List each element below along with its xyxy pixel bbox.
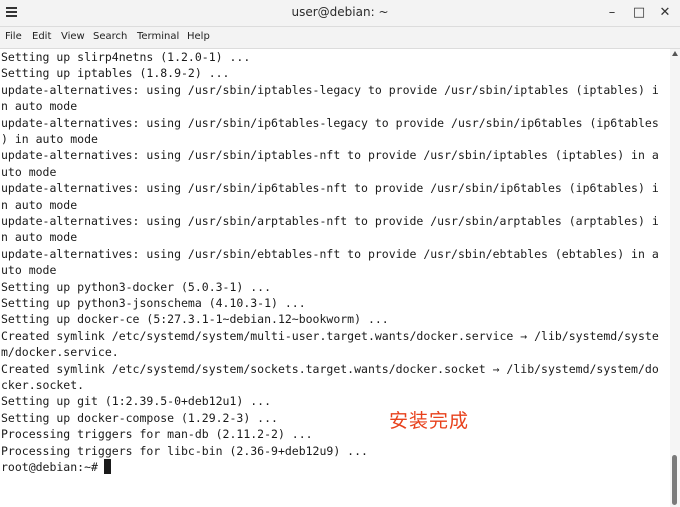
terminal-cursor xyxy=(104,459,111,474)
terminal-line: m/docker.service. xyxy=(1,345,119,360)
terminal-line: uto mode xyxy=(1,164,57,179)
terminal-line: n auto mode xyxy=(1,230,78,245)
menu-terminal[interactable]: Terminal xyxy=(137,31,179,42)
terminal-line: n auto mode xyxy=(1,197,78,212)
terminal-line: Setting up iptables (1.8.9-2) ... xyxy=(1,66,230,81)
minimize-button[interactable]: – xyxy=(603,4,621,22)
terminal-line: Processing triggers for man-db (2.11.2-2… xyxy=(1,427,313,442)
terminal-scrollbar[interactable] xyxy=(670,49,680,507)
terminal-line: Created symlink /etc/systemd/system/mult… xyxy=(1,328,659,343)
menu-help[interactable]: Help xyxy=(187,31,210,42)
menu-search[interactable]: Search xyxy=(93,31,127,42)
terminal-line: Created symlink /etc/systemd/system/sock… xyxy=(1,361,659,376)
terminal-line: update-alternatives: using /usr/sbin/arp… xyxy=(1,214,659,228)
title-bar: user@debian: ~ – □ ✕ xyxy=(0,0,680,27)
terminal-line: Processing triggers for libc-bin (2.36-9… xyxy=(1,443,368,458)
terminal-line: cker.socket. xyxy=(1,378,85,392)
scrollbar-thumb[interactable] xyxy=(672,455,677,505)
terminal-line: update-alternatives: using /usr/sbin/ip6… xyxy=(1,181,659,196)
menu-view[interactable]: View xyxy=(61,31,85,42)
terminal-line: Setting up git (1:2.39.5-0+deb12u1) ... xyxy=(1,394,272,409)
terminal-line: Setting up docker-ce (5:27.3.1-1~debian.… xyxy=(1,312,389,327)
window-title: user@debian: ~ xyxy=(291,5,389,19)
terminal-line: update-alternatives: using /usr/sbin/ipt… xyxy=(1,148,659,163)
terminal-line: ) in auto mode xyxy=(1,132,98,146)
scroll-up-arrow-icon[interactable] xyxy=(672,51,678,56)
menu-edit[interactable]: Edit xyxy=(32,31,51,42)
shell-prompt: root@debian:~# xyxy=(1,460,105,474)
terminal-output[interactable]: Setting up slirp4netns (1.2.0-1) ... Set… xyxy=(0,49,670,507)
menu-file[interactable]: File xyxy=(5,31,22,42)
menu-bar: File Edit View Search Terminal Help xyxy=(0,27,680,49)
terminal-line: Setting up docker-compose (1.29.2-3) ... xyxy=(1,410,278,425)
terminal-line: uto mode xyxy=(1,263,57,278)
terminal-line: Setting up python3-docker (5.0.3-1) ... xyxy=(1,279,272,294)
terminal-line: update-alternatives: using /usr/sbin/ebt… xyxy=(1,246,659,261)
terminal-line: update-alternatives: using /usr/sbin/ip6… xyxy=(1,115,659,130)
install-complete-annotation: 安装完成 xyxy=(389,410,470,432)
terminal-line: update-alternatives: using /usr/sbin/ipt… xyxy=(1,82,659,97)
close-button[interactable]: ✕ xyxy=(656,4,674,22)
maximize-button[interactable]: □ xyxy=(630,4,648,22)
terminal-line: n auto mode xyxy=(1,99,78,114)
terminal-line: Setting up python3-jsonschema (4.10.3-1)… xyxy=(1,296,306,310)
terminal-line: Setting up slirp4netns (1.2.0-1) ... xyxy=(1,50,251,64)
